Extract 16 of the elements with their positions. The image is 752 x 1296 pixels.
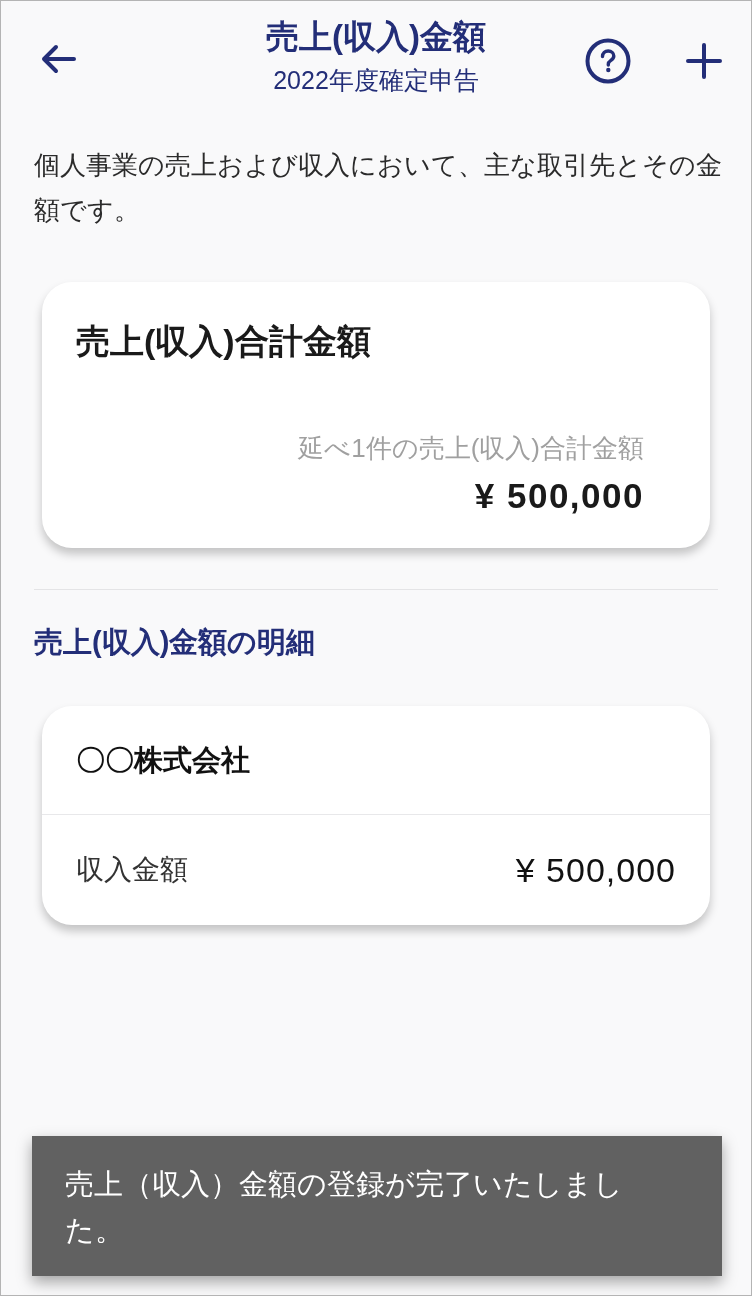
total-amount: ¥ 500,000 (474, 475, 644, 517)
plus-icon (686, 43, 722, 79)
help-button[interactable] (584, 37, 632, 85)
amount-label: 収入金額 (76, 853, 188, 887)
help-icon (585, 38, 631, 84)
page-subtitle: 2022年度確定申告 (273, 65, 479, 96)
summary-caption: 延べ1件の売上(収入)合計金額 (298, 432, 644, 465)
section-heading: 売上(収入)金額の明細 (34, 625, 316, 660)
description-text: 個人事業の売上および収入において、主な取引先とその金額です。 (34, 149, 723, 227)
summary-title: 売上(収入)合計金額 (76, 321, 371, 362)
toast-message: 売上（収入）金額の登録が完了いたしました。 (65, 1167, 624, 1248)
amount-value: ¥ 500,000 (515, 850, 676, 891)
entry-card[interactable]: 〇〇株式会社 収入金額 ¥ 500,000 (42, 706, 710, 925)
page-title: 売上(収入)金額 (266, 17, 486, 57)
client-name: 〇〇株式会社 (76, 743, 250, 778)
back-arrow-icon (40, 44, 76, 74)
